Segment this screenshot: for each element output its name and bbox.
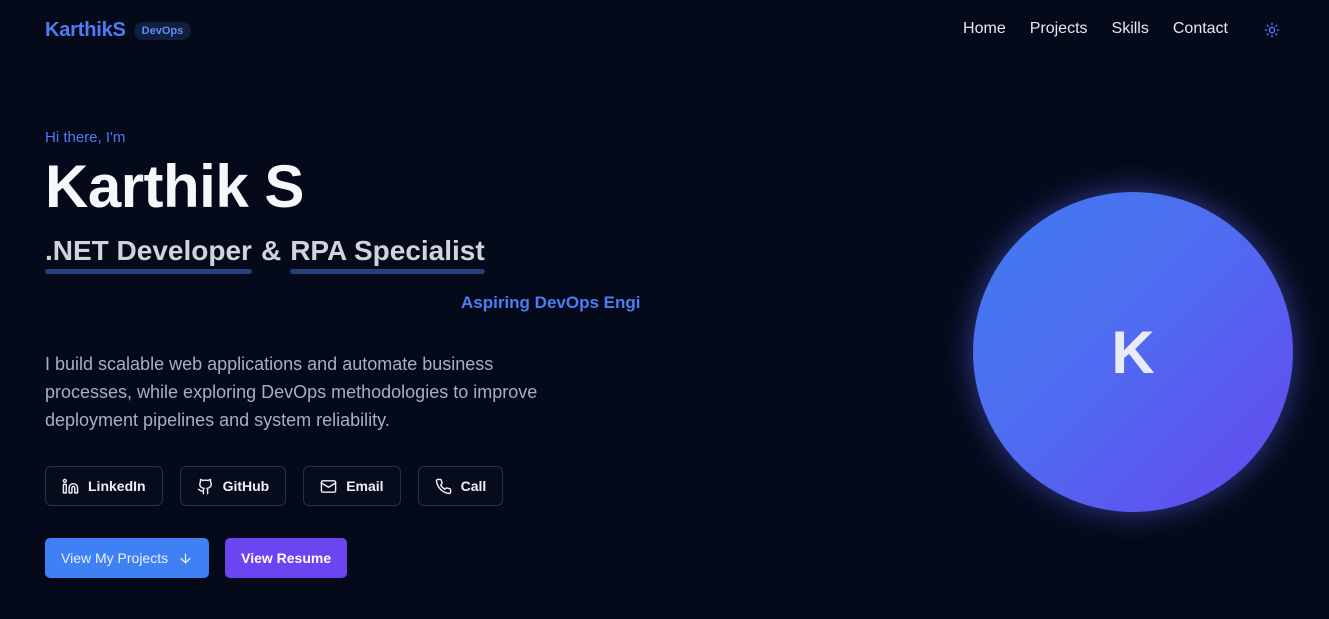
role-rpa: RPA Specialist [290, 235, 485, 274]
mail-icon [320, 479, 337, 493]
linkedin-icon [62, 478, 79, 494]
github-label: GitHub [222, 478, 270, 494]
avatar-initial: K [1111, 318, 1155, 386]
typing-text: Aspiring DevOps Engi [461, 293, 641, 312]
brand-name[interactable]: KarthikS [45, 19, 126, 42]
sun-icon [1264, 22, 1280, 38]
role-dotnet: .NET Developer [45, 235, 252, 274]
email-button[interactable]: Email [303, 466, 401, 506]
social-links: LinkedIn GitHub Email Call [45, 466, 504, 506]
call-label: Call [460, 478, 487, 494]
call-button[interactable]: Call [417, 466, 504, 506]
nav-skills[interactable]: Skills [1112, 20, 1149, 38]
view-projects-label: View My Projects [61, 550, 169, 566]
linkedin-label: LinkedIn [88, 478, 146, 494]
arrow-down-icon [180, 553, 191, 563]
nav-home[interactable]: Home [963, 20, 1006, 38]
typing-text-container: Aspiring DevOps Engi [461, 293, 652, 313]
view-projects-button[interactable]: View My Projects [45, 538, 210, 578]
linkedin-button[interactable]: LinkedIn [45, 466, 163, 506]
view-resume-button[interactable]: View Resume [225, 538, 348, 578]
phone-icon [435, 478, 451, 494]
brand-badge: DevOps [133, 21, 192, 40]
main-nav: Home Projects Skills Contact [963, 20, 1228, 38]
hero-roles: .NET Developer & RPA Specialist [45, 235, 485, 274]
email-label: Email [346, 478, 384, 494]
hero-name: Karthik S [45, 153, 304, 220]
role-ampersand: & [260, 235, 282, 266]
theme-toggle-button[interactable] [1262, 20, 1282, 40]
hero-greeting: Hi there, I'm [45, 129, 126, 146]
nav-projects[interactable]: Projects [1030, 20, 1088, 38]
avatar: K [973, 192, 1293, 512]
nav-contact[interactable]: Contact [1173, 20, 1228, 38]
github-icon [197, 478, 212, 494]
brand[interactable]: KarthikS DevOps [45, 19, 192, 42]
cta-buttons: View My Projects View Resume [45, 538, 348, 578]
hero-description: I build scalable web applications and au… [45, 354, 538, 430]
view-resume-label: View Resume [241, 550, 332, 566]
portfolio-page: KarthikS DevOps Home Projects Skills Con… [0, 0, 1329, 619]
github-button[interactable]: GitHub [179, 466, 287, 506]
